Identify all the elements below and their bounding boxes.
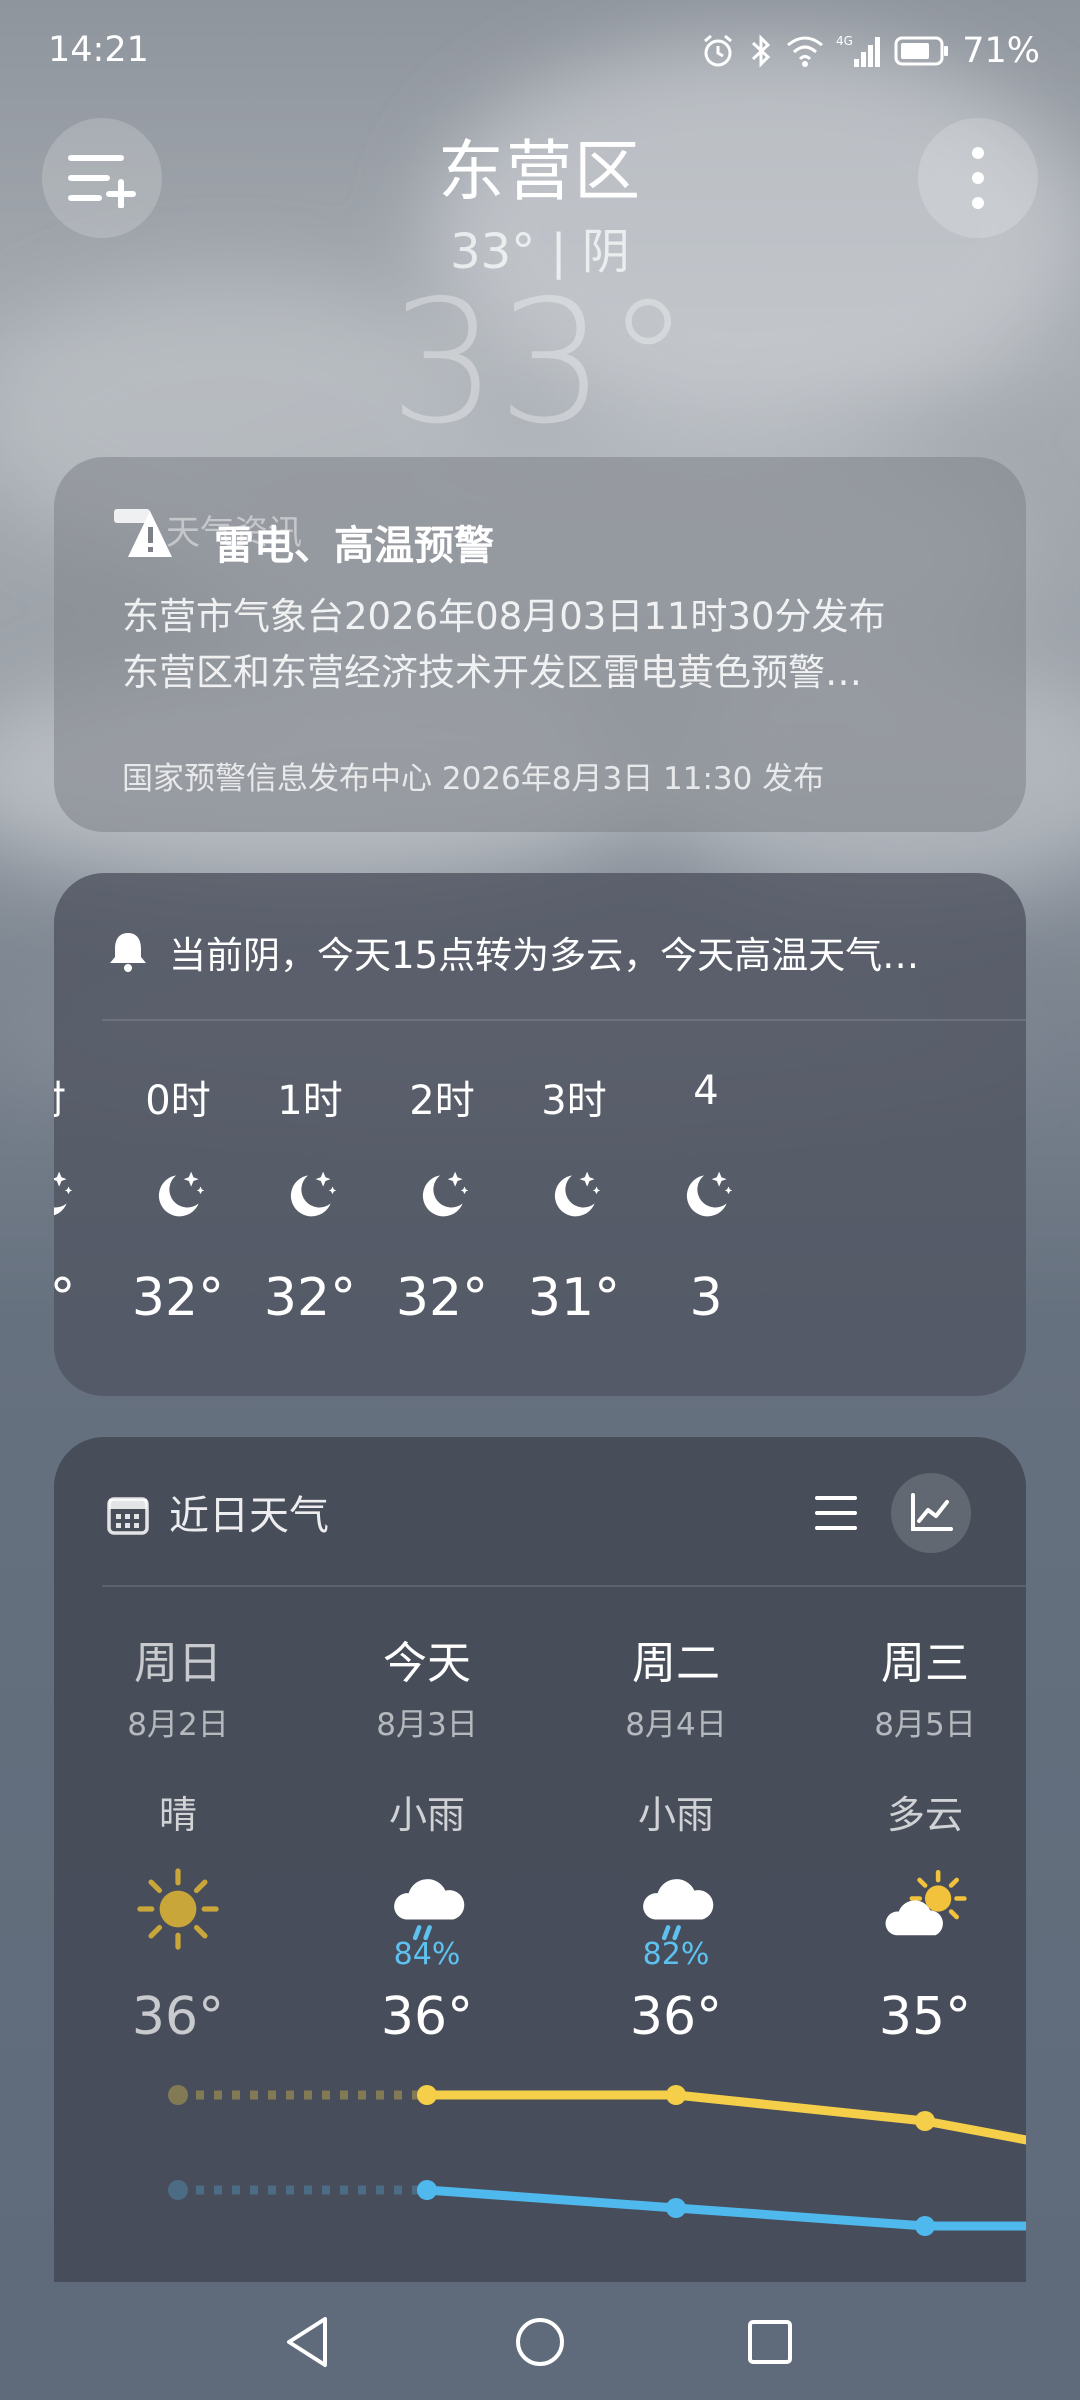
high-temp-segment bbox=[671, 2090, 930, 2126]
bell-icon bbox=[110, 933, 146, 972]
bluetooth-icon bbox=[752, 34, 771, 68]
city-name: 东营区 bbox=[438, 133, 642, 210]
high-temp-point bbox=[168, 2085, 188, 2105]
battery-icon bbox=[894, 36, 949, 66]
status-icons: 4G 71% bbox=[700, 26, 1040, 76]
low-temp-point bbox=[666, 2198, 686, 2218]
home-button[interactable] bbox=[500, 2302, 580, 2382]
low-temp-point bbox=[417, 2180, 437, 2200]
alarm-icon bbox=[704, 34, 733, 67]
moon-star-icon bbox=[422, 1171, 469, 1217]
network-type-label: 4G bbox=[836, 34, 853, 48]
temperature-trend-chart bbox=[168, 2085, 1026, 2236]
high-temp-point bbox=[666, 2085, 686, 2105]
weather-alert-card[interactable]: 天气资讯 雷电、高温预警 东营市气象台2026年08月03日11时30分发布 东… bbox=[54, 457, 1026, 832]
hour-temp: 3 bbox=[689, 1268, 723, 1328]
cellular-signal-icon: 4G bbox=[836, 34, 881, 67]
moon-star-icon bbox=[290, 1171, 337, 1217]
low-temp-point bbox=[915, 2216, 935, 2236]
high-temp-segment bbox=[920, 2116, 1026, 2145]
hourly-forecast-card[interactable]: 当前阴，今天15点转为多云，今天高温天气… 时2°0时32°1时32°2时32°… bbox=[54, 873, 1026, 1396]
current-temperature: 33° bbox=[389, 264, 691, 462]
status-bar: 14:21 4G 71% bbox=[0, 0, 1080, 104]
low-temp-segment bbox=[422, 2185, 681, 2213]
daily-forecast-card[interactable]: 近日天气 周日 8月2日晴 36° 今天 8月3日 小雨 84% 36° 周二 8月4日 小雨 82%… bbox=[54, 1437, 1026, 2400]
back-button[interactable] bbox=[268, 2302, 348, 2382]
hourly-summary: 当前阴，今天15点转为多云，今天高温天气… bbox=[169, 934, 920, 977]
high-temp-point bbox=[417, 2085, 437, 2105]
alert-body: 东营市气象台2026年08月03日11时30分发布 东营区和东营经济技术开发区雷… bbox=[122, 589, 1002, 701]
home-circle-icon bbox=[516, 2318, 564, 2366]
recents-square-icon bbox=[748, 2320, 792, 2364]
navigation-bar bbox=[0, 2282, 1080, 2400]
alert-source: 国家预警信息发布中心 2026年8月3日 11:30 发布 bbox=[122, 761, 825, 797]
alert-line: 东营区和东营经济技术开发区雷电黄色预警… bbox=[122, 651, 862, 694]
battery-percent: 71% bbox=[962, 31, 1040, 71]
moon-star-icon bbox=[554, 1171, 601, 1217]
wifi-icon bbox=[787, 36, 824, 67]
high-temp-point bbox=[915, 2111, 935, 2131]
recents-button[interactable] bbox=[730, 2302, 810, 2382]
alert-title: 雷电、高温预警 bbox=[214, 523, 494, 569]
alert-line: 东营市气象台2026年08月03日11时30分发布 bbox=[122, 595, 886, 638]
hour-label: 4 bbox=[693, 1068, 719, 1114]
low-temp-segment bbox=[671, 2203, 930, 2231]
low-temp-point bbox=[168, 2180, 188, 2200]
moon-star-icon bbox=[158, 1171, 205, 1217]
moon-star-icon bbox=[686, 1171, 733, 1217]
moon-star-icon bbox=[54, 1171, 73, 1216]
status-time: 14:21 bbox=[48, 30, 149, 70]
divider bbox=[102, 1019, 1026, 1021]
back-triangle-icon bbox=[287, 2317, 327, 2367]
